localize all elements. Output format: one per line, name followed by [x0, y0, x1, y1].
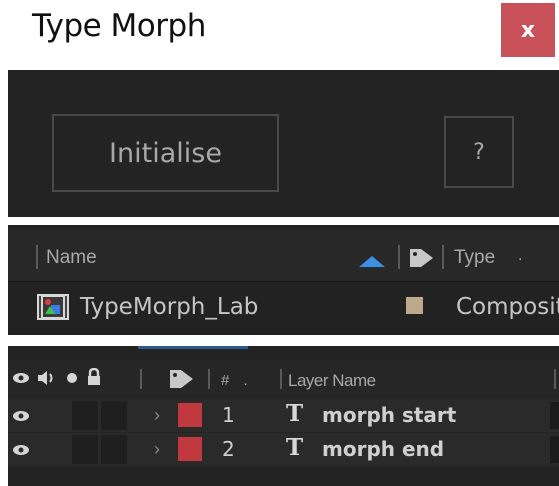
column-separator[interactable] — [208, 369, 210, 389]
layer-row[interactable]: › 2 T morph end — [8, 433, 559, 466]
column-name-header[interactable]: Name — [46, 247, 97, 269]
solo-switch[interactable] — [72, 435, 98, 464]
timeline-panel: # . Layer Name › 1 T morph start › 2 T m… — [8, 346, 559, 486]
lock-switch[interactable] — [101, 435, 127, 464]
column-separator[interactable] — [442, 245, 444, 269]
title-bar: Type Morph x — [0, 0, 559, 68]
composition-name: TypeMorph_Lab — [80, 294, 259, 320]
initialise-button[interactable]: Initialise — [52, 114, 279, 192]
number-label: # — [221, 372, 230, 389]
timeline-column-header: # . Layer Name — [8, 360, 559, 398]
project-item-row[interactable]: TypeMorph_Lab Composit — [8, 282, 559, 335]
help-button[interactable]: ? — [444, 116, 514, 188]
column-separator[interactable] — [36, 245, 38, 269]
column-separator[interactable] — [140, 369, 142, 389]
column-separator[interactable] — [280, 369, 282, 389]
column-more-indicator: . — [518, 247, 523, 264]
chevron-right-icon[interactable]: › — [154, 405, 160, 426]
solo-icon[interactable] — [66, 372, 78, 384]
visibility-eye-icon[interactable] — [12, 443, 30, 457]
layer-number: 2 — [222, 437, 235, 461]
composition-type: Composit — [456, 294, 559, 320]
layer-switch-cell[interactable] — [550, 436, 559, 463]
project-panel: Name Type . TypeMorph_Lab Composit — [8, 225, 559, 335]
label-color-swatch[interactable] — [406, 297, 423, 314]
layer-name[interactable]: morph start — [322, 403, 456, 427]
tab-highlight — [138, 346, 248, 349]
lock-switch[interactable] — [101, 401, 127, 430]
lock-icon[interactable] — [86, 368, 102, 386]
visibility-eye-icon[interactable] — [12, 409, 30, 423]
column-separator[interactable] — [554, 369, 556, 389]
column-layer-name-header[interactable]: Layer Name — [288, 371, 376, 391]
chevron-right-icon[interactable]: › — [154, 439, 160, 460]
text-layer-icon: T — [286, 434, 304, 461]
label-tag-icon[interactable] — [168, 368, 196, 390]
solo-switch[interactable] — [72, 401, 98, 430]
composition-icon — [37, 294, 69, 320]
close-button[interactable]: x — [501, 3, 555, 57]
layer-switch-cell[interactable] — [550, 402, 559, 429]
layer-label-color[interactable] — [178, 403, 202, 427]
column-type-header[interactable]: Type — [454, 247, 495, 269]
window-title: Type Morph — [32, 8, 206, 44]
script-panel: Initialise ? — [8, 70, 559, 217]
layer-number: 1 — [222, 403, 235, 427]
audio-icon[interactable] — [36, 369, 56, 387]
video-visibility-icon[interactable] — [12, 371, 30, 385]
column-separator[interactable] — [398, 245, 400, 269]
column-more-indicator: . — [243, 372, 248, 389]
layer-row[interactable]: › 1 T morph start — [8, 399, 559, 432]
layer-label-color[interactable] — [178, 437, 202, 461]
layer-name[interactable]: morph end — [322, 437, 444, 461]
column-number-header[interactable]: # . — [221, 372, 248, 389]
text-layer-icon: T — [286, 400, 304, 427]
sort-ascending-icon[interactable] — [359, 256, 385, 267]
project-column-header: Name Type . — [8, 229, 559, 282]
label-tag-icon[interactable] — [408, 246, 436, 270]
